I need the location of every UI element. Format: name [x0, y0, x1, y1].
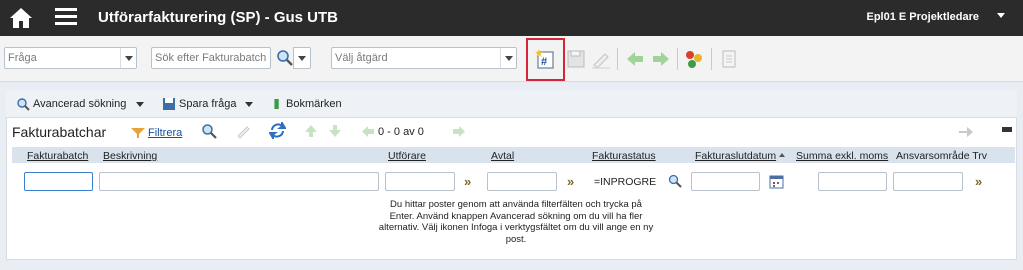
contract-lookup-icon[interactable]: »: [567, 174, 574, 189]
report-icon[interactable]: [718, 48, 740, 70]
insert-record-icon[interactable]: #: [535, 48, 557, 70]
bookmarks-button[interactable]: Bokmärken: [273, 97, 342, 111]
list-title: Fakturabatchar: [12, 124, 107, 140]
chevron-down-icon[interactable]: [500, 48, 516, 68]
filter-link[interactable]: Filtrera: [148, 127, 182, 139]
column-header-end-date[interactable]: Fakturaslutdatum: [695, 150, 776, 162]
column-header-responsibility[interactable]: Ansvarsområde Trv: [896, 150, 987, 162]
sort-ascending-icon[interactable]: [779, 153, 785, 157]
action-bar: [6, 90, 1017, 118]
chevron-down-icon[interactable]: [136, 102, 144, 107]
status-filter-input[interactable]: =INPROGRESS: [590, 172, 657, 191]
search-icon: [17, 98, 30, 111]
column-header-status[interactable]: Fakturastatus: [592, 150, 656, 162]
query-select[interactable]: Fråga: [4, 47, 137, 69]
next-arrow-icon[interactable]: [650, 48, 672, 70]
user-menu[interactable]: Epl01 E Projektledare: [867, 11, 980, 23]
responsibility-filter-input[interactable]: [893, 172, 963, 191]
app-header: Utförarfakturering (SP) - Gus UTB Epl01 …: [0, 0, 1023, 36]
chevron-down-icon[interactable]: [245, 102, 253, 107]
download-icon[interactable]: [958, 125, 974, 138]
calendar-icon[interactable]: [769, 174, 784, 189]
page-title: Utförarfakturering (SP) - Gus UTB: [98, 9, 339, 26]
save-icon[interactable]: [565, 48, 587, 70]
pager-text: 0 - 0 av 0: [378, 126, 424, 138]
search-icon[interactable]: [668, 174, 682, 188]
next-page-icon[interactable]: [452, 125, 466, 138]
previous-arrow-icon[interactable]: [624, 48, 646, 70]
toolbar-divider: [711, 48, 712, 70]
chevron-down-icon[interactable]: [120, 48, 136, 68]
filter-icon[interactable]: [131, 127, 145, 139]
search-icon[interactable]: [276, 49, 294, 67]
save-icon: [163, 98, 175, 110]
toolbar-divider: [617, 48, 618, 70]
toolbar-divider: [677, 48, 678, 70]
arrow-down-icon[interactable]: [328, 124, 342, 138]
responsibility-lookup-icon[interactable]: »: [975, 174, 982, 189]
collapse-icon[interactable]: [1002, 127, 1012, 132]
sum-filter-input[interactable]: [818, 172, 887, 191]
column-header-batch[interactable]: Fakturabatch: [27, 150, 88, 162]
clear-icon[interactable]: [590, 48, 612, 70]
menu-icon[interactable]: [55, 8, 77, 26]
previous-page-icon[interactable]: [361, 125, 375, 138]
refresh-icon[interactable]: [269, 122, 286, 139]
performer-filter-input[interactable]: [385, 172, 455, 191]
column-header-sum[interactable]: Summa exkl. moms: [796, 150, 888, 162]
column-header-contract[interactable]: Avtal: [491, 150, 514, 162]
end-date-filter-input[interactable]: [691, 172, 760, 191]
svg-text:#: #: [541, 56, 547, 68]
column-header-description[interactable]: Beskrivning: [103, 150, 157, 162]
arrow-up-icon[interactable]: [304, 124, 318, 138]
save-query-button[interactable]: Spara fråga: [162, 97, 236, 111]
search-options-dropdown[interactable]: [293, 47, 311, 69]
contract-filter-input[interactable]: [487, 172, 557, 191]
description-filter-input[interactable]: [99, 172, 379, 191]
home-icon[interactable]: [8, 6, 34, 30]
batch-filter-input[interactable]: [24, 172, 93, 191]
column-header-performer[interactable]: Utförare: [388, 150, 426, 162]
chevron-down-icon[interactable]: [997, 13, 1005, 18]
chevron-down-icon[interactable]: [294, 48, 310, 68]
search-icon[interactable]: [201, 123, 218, 140]
action-select[interactable]: Välj åtgärd: [331, 47, 517, 69]
search-input[interactable]: Sök efter Fakturabatch: [151, 47, 271, 69]
performer-lookup-icon[interactable]: »: [464, 174, 471, 189]
bookmark-icon: [274, 99, 279, 109]
empty-state-message: Du hittar poster genom att använda filte…: [378, 199, 654, 245]
advanced-search-button[interactable]: Avancerad sökning: [16, 97, 126, 111]
workflow-icon[interactable]: [683, 48, 705, 70]
clear-filter-icon[interactable]: [236, 123, 252, 139]
